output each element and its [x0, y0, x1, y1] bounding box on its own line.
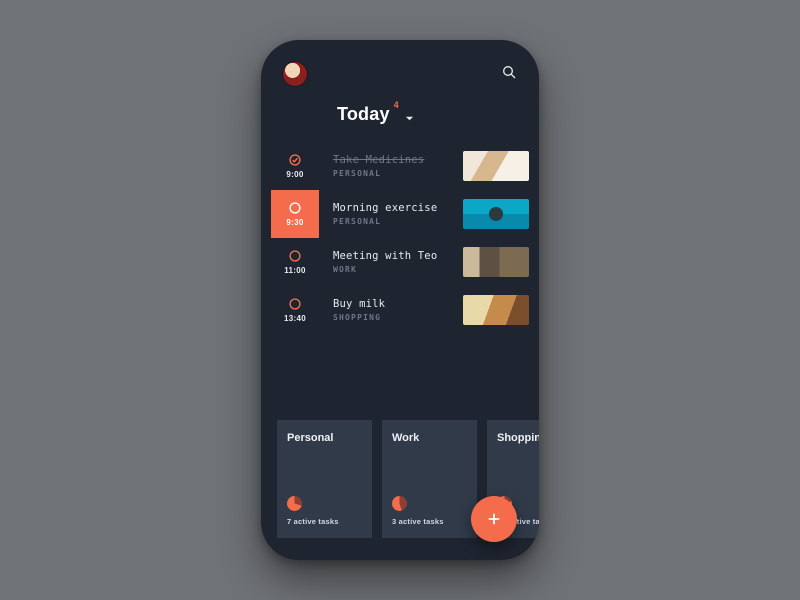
- task-time: 13:40: [284, 314, 306, 323]
- task-time-col: 9:00: [271, 153, 319, 179]
- task-thumbnail: [463, 247, 529, 277]
- task-name: Buy milk: [333, 298, 463, 310]
- task-name: Meeting with Teo: [333, 250, 463, 262]
- task-list: 9:00 Take Medicines PERSONAL 9:30 Mornin…: [261, 142, 539, 334]
- task-time: 11:00: [284, 266, 306, 275]
- category-card[interactable]: Work 3 active tasks: [382, 420, 477, 538]
- task-main: Meeting with Teo WORK: [319, 250, 463, 274]
- task-name: Take Medicines: [333, 154, 463, 166]
- task-main: Buy milk SHOPPING: [319, 298, 463, 322]
- plus-icon: [485, 510, 503, 528]
- task-thumbnail: [463, 295, 529, 325]
- chevron-down-icon: [405, 110, 414, 128]
- status-pending-icon: [288, 249, 302, 263]
- avatar[interactable]: [283, 62, 307, 86]
- phone-frame: Today 4 9:00 Take Medicines PERSONAL: [261, 40, 539, 560]
- task-time: 9:30: [286, 218, 303, 227]
- task-time-col: 11:00: [271, 249, 319, 275]
- task-time-col: 13:40: [271, 297, 319, 323]
- task-row[interactable]: 9:30 Morning exercise PERSONAL: [271, 190, 539, 238]
- header: [261, 62, 539, 86]
- category-count: 3 active tasks: [392, 517, 467, 526]
- add-task-button[interactable]: [471, 496, 517, 542]
- task-category: WORK: [333, 265, 463, 274]
- task-category: SHOPPING: [333, 313, 463, 322]
- pie-icon: [392, 496, 407, 511]
- category-name: Personal: [287, 432, 362, 444]
- page-title: Today: [337, 104, 390, 125]
- status-done-icon: [288, 153, 302, 167]
- task-count-badge: 4: [394, 100, 399, 110]
- category-card[interactable]: Personal 7 active tasks: [277, 420, 372, 538]
- task-time-col: 9:30: [271, 190, 319, 238]
- task-thumbnail: [463, 199, 529, 229]
- task-thumbnail: [463, 151, 529, 181]
- category-name: Work: [392, 432, 467, 444]
- category-name: Shopping: [497, 432, 539, 444]
- task-category: PERSONAL: [333, 169, 463, 178]
- search-icon[interactable]: [501, 64, 517, 85]
- status-current-icon: [288, 201, 302, 215]
- task-main: Take Medicines PERSONAL: [319, 154, 463, 178]
- task-name: Morning exercise: [333, 202, 463, 214]
- date-filter[interactable]: Today 4: [261, 86, 539, 142]
- pie-icon: [287, 496, 302, 511]
- status-pending-icon: [288, 297, 302, 311]
- task-time: 9:00: [286, 170, 303, 179]
- task-row[interactable]: 13:40 Buy milk SHOPPING: [271, 286, 539, 334]
- task-row[interactable]: 11:00 Meeting with Teo WORK: [271, 238, 539, 286]
- task-category: PERSONAL: [333, 217, 463, 226]
- task-row[interactable]: 9:00 Take Medicines PERSONAL: [271, 142, 539, 190]
- category-count: 7 active tasks: [287, 517, 362, 526]
- task-main: Morning exercise PERSONAL: [319, 202, 463, 226]
